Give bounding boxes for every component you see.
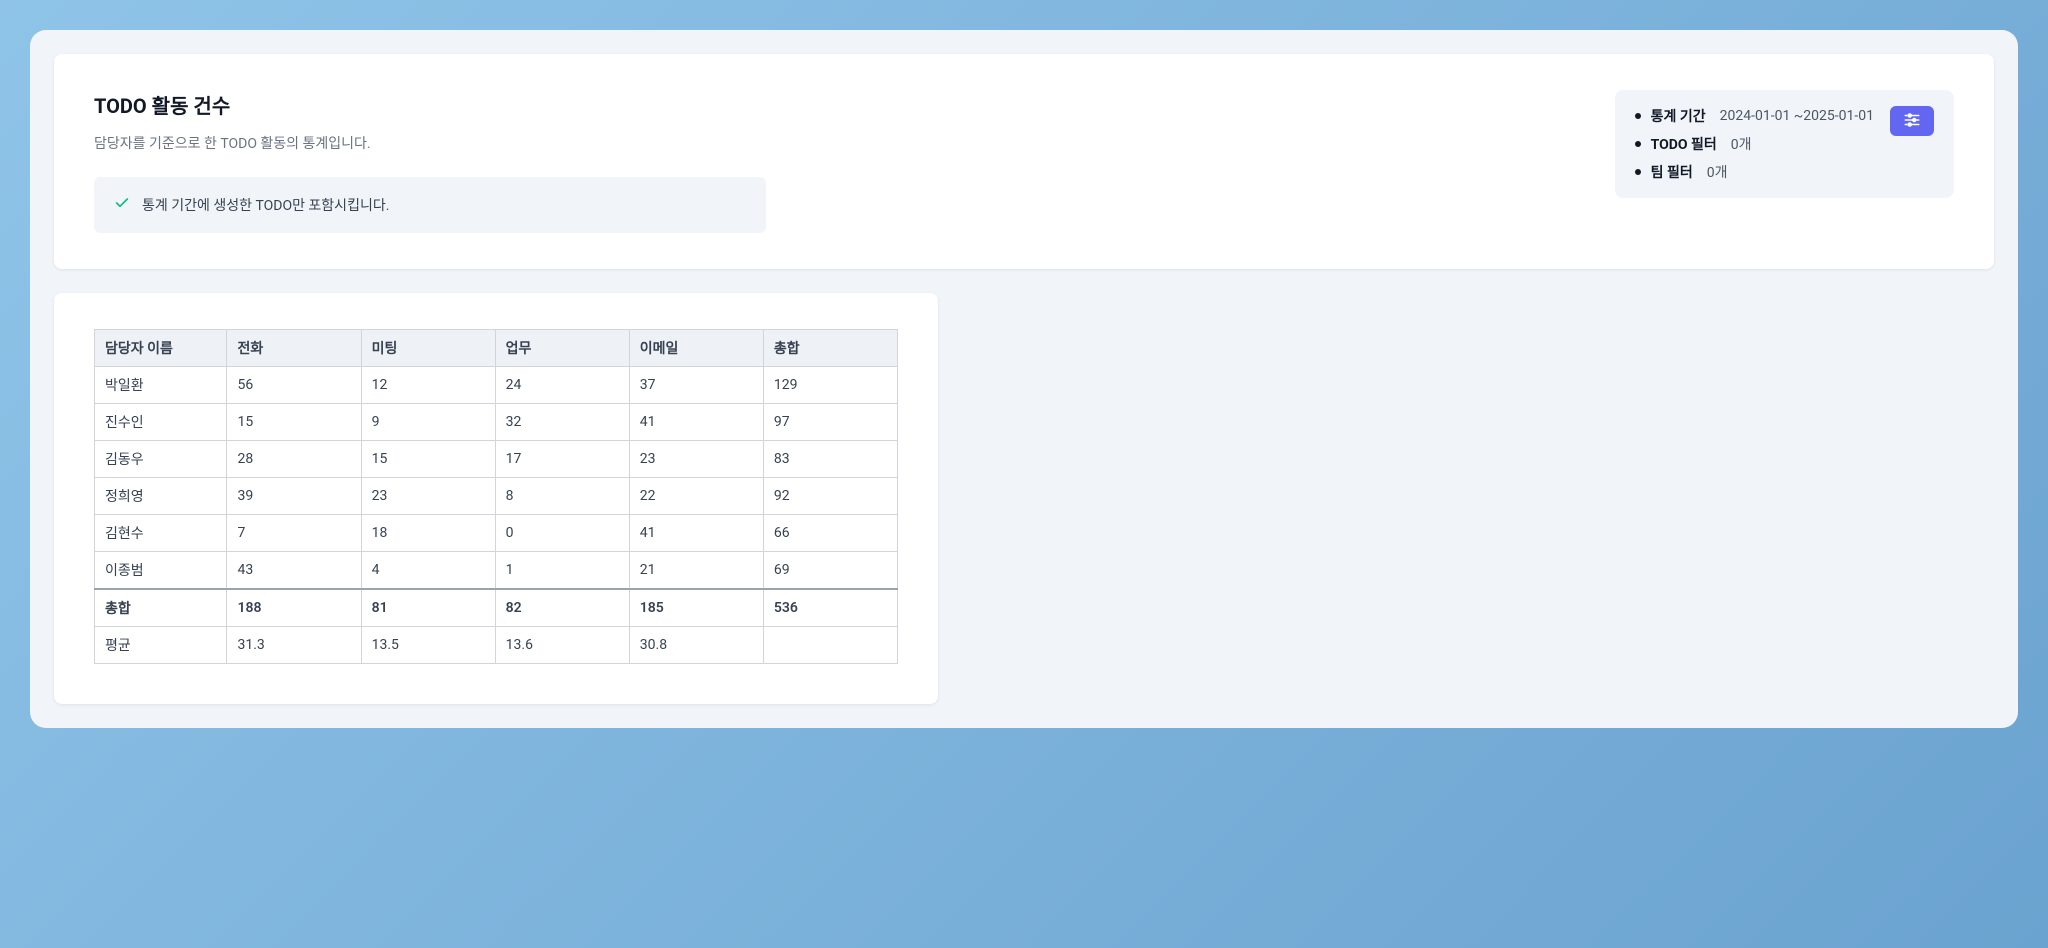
table-cell: 18: [361, 515, 495, 552]
table-cell: 37: [629, 367, 763, 404]
table-cell: 7: [227, 515, 361, 552]
info-text: 통계 기간에 생성한 TODO만 포함시킵니다.: [142, 195, 389, 215]
table-cell: 39: [227, 478, 361, 515]
table-average-cell: 13.6: [495, 627, 629, 664]
th-total: 총합: [763, 330, 897, 367]
table-cell: 24: [495, 367, 629, 404]
sliders-icon: [1903, 111, 1921, 132]
header-card: TODO 활동 건수 담당자를 기준으로 한 TODO 활동의 통계입니다. 통…: [54, 54, 1994, 269]
table-row: 박일환56122437129: [95, 367, 898, 404]
table-cell: 15: [361, 441, 495, 478]
table-cell: 56: [227, 367, 361, 404]
table-total-cell: 536: [763, 589, 897, 627]
table-cell: 이종범: [95, 552, 227, 590]
table-cell: 69: [763, 552, 897, 590]
info-banner: 통계 기간에 생성한 TODO만 포함시킵니다.: [94, 177, 766, 233]
table-cell: 97: [763, 404, 897, 441]
table-row: 김동우2815172383: [95, 441, 898, 478]
filter-team: 팀 필터 0개: [1635, 162, 1874, 182]
stats-table: 담당자 이름 전화 미팅 업무 이메일 총합 박일환56122437129진수인…: [94, 329, 898, 664]
app-container: TODO 활동 건수 담당자를 기준으로 한 TODO 활동의 통계입니다. 통…: [30, 30, 2018, 728]
table-cell: 41: [629, 515, 763, 552]
th-name: 담당자 이름: [95, 330, 227, 367]
filter-todo: TODO 필터 0개: [1635, 134, 1874, 154]
table-card: 담당자 이름 전화 미팅 업무 이메일 총합 박일환56122437129진수인…: [54, 293, 938, 704]
table-total-cell: 총합: [95, 589, 227, 627]
page-subtitle: 담당자를 기준으로 한 TODO 활동의 통계입니다.: [94, 133, 766, 153]
th-phone: 전화: [227, 330, 361, 367]
table-average-cell: 30.8: [629, 627, 763, 664]
table-cell: 23: [629, 441, 763, 478]
table-totals-row: 총합1888182185536: [95, 589, 898, 627]
table-row: 진수인159324197: [95, 404, 898, 441]
table-average-cell: 평균: [95, 627, 227, 664]
table-total-cell: 82: [495, 589, 629, 627]
filter-period-label: 통계 기간: [1651, 106, 1706, 126]
table-cell: 23: [361, 478, 495, 515]
table-cell: 김동우: [95, 441, 227, 478]
table-header-row: 담당자 이름 전화 미팅 업무 이메일 총합: [95, 330, 898, 367]
table-cell: 진수인: [95, 404, 227, 441]
table-total-cell: 185: [629, 589, 763, 627]
filter-todo-label: TODO 필터: [1651, 134, 1717, 154]
filter-team-value: 0개: [1707, 162, 1728, 182]
table-cell: 83: [763, 441, 897, 478]
filter-period: 통계 기간 2024-01-01 ~2025-01-01: [1635, 106, 1874, 126]
filter-list: 통계 기간 2024-01-01 ~2025-01-01 TODO 필터 0개 …: [1635, 106, 1874, 182]
table-cell: 32: [495, 404, 629, 441]
table-cell: 22: [629, 478, 763, 515]
table-cell: 1: [495, 552, 629, 590]
th-task: 업무: [495, 330, 629, 367]
table-average-cell: 13.5: [361, 627, 495, 664]
table-row: 김현수71804166: [95, 515, 898, 552]
table-cell: 21: [629, 552, 763, 590]
table-cell: 66: [763, 515, 897, 552]
table-cell: 12: [361, 367, 495, 404]
table-cell: 4: [361, 552, 495, 590]
table-cell: 28: [227, 441, 361, 478]
table-average-cell: 31.3: [227, 627, 361, 664]
bullet-icon: [1635, 113, 1641, 119]
table-row: 이종범43412169: [95, 552, 898, 590]
table-cell: 김현수: [95, 515, 227, 552]
table-cell: 17: [495, 441, 629, 478]
filter-period-value: 2024-01-01 ~2025-01-01: [1720, 108, 1874, 124]
filter-panel: 통계 기간 2024-01-01 ~2025-01-01 TODO 필터 0개 …: [1615, 90, 1954, 198]
page-title: TODO 활동 건수: [94, 90, 766, 119]
table-average-cell: [763, 627, 897, 664]
table-cell: 9: [361, 404, 495, 441]
bullet-icon: [1635, 141, 1641, 147]
header-left: TODO 활동 건수 담당자를 기준으로 한 TODO 활동의 통계입니다. 통…: [94, 90, 766, 233]
table-cell: 0: [495, 515, 629, 552]
filter-todo-value: 0개: [1731, 134, 1752, 154]
table-cell: 43: [227, 552, 361, 590]
table-cell: 41: [629, 404, 763, 441]
table-row: 정희영392382292: [95, 478, 898, 515]
table-cell: 정희영: [95, 478, 227, 515]
table-cell: 15: [227, 404, 361, 441]
filter-team-label: 팀 필터: [1651, 162, 1693, 182]
table-total-cell: 188: [227, 589, 361, 627]
table-averages-row: 평균31.313.513.630.8: [95, 627, 898, 664]
table-cell: 129: [763, 367, 897, 404]
check-icon: [114, 195, 130, 215]
table-total-cell: 81: [361, 589, 495, 627]
table-cell: 박일환: [95, 367, 227, 404]
filter-settings-button[interactable]: [1890, 106, 1934, 136]
bullet-icon: [1635, 169, 1641, 175]
table-cell: 92: [763, 478, 897, 515]
th-meeting: 미팅: [361, 330, 495, 367]
table-cell: 8: [495, 478, 629, 515]
th-email: 이메일: [629, 330, 763, 367]
